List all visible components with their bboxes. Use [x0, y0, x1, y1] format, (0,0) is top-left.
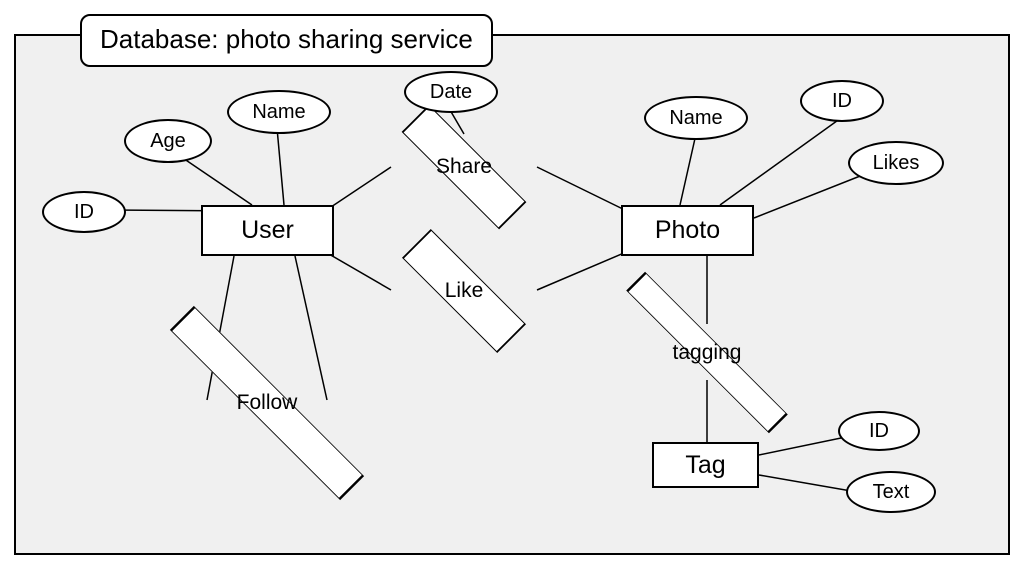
relationship-like: Like [389, 251, 539, 331]
entity-tag: Tag [652, 442, 759, 488]
attr-user-name: Name [227, 90, 331, 134]
attr-user-id: ID [42, 191, 126, 233]
relationship-share: Share [389, 128, 539, 206]
relationship-tagging-label: tagging [673, 341, 742, 365]
diagram-title: Database: photo sharing service [80, 14, 493, 67]
relationship-follow: Follow [168, 363, 366, 443]
attr-tag-text: Text [846, 471, 936, 513]
attr-user-age: Age [124, 119, 212, 163]
relationship-tagging: tagging [624, 320, 790, 385]
attr-photo-id: ID [800, 80, 884, 122]
relationship-follow-label: Follow [237, 391, 298, 415]
entity-photo: Photo [621, 205, 754, 256]
attr-photo-name: Name [644, 96, 748, 140]
relationship-like-label: Like [445, 279, 484, 303]
attr-tag-id: ID [838, 411, 920, 451]
relationship-share-label: Share [436, 155, 492, 179]
entity-user: User [201, 205, 334, 256]
attr-share-date: Date [404, 71, 498, 113]
attr-photo-likes: Likes [848, 141, 944, 185]
er-diagram: Database: photo sharing service User P [0, 0, 1024, 569]
